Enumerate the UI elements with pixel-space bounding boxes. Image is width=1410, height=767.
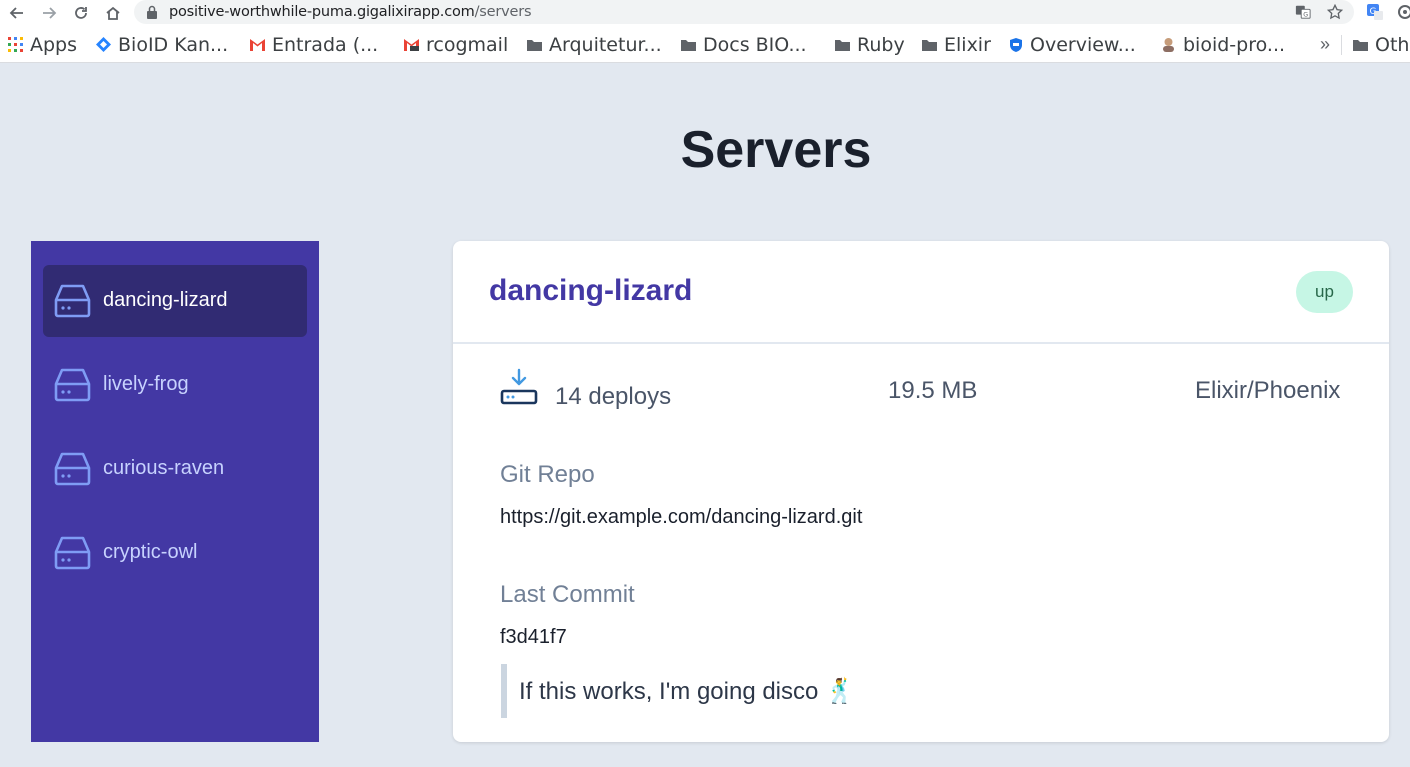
sidebar-item-curious-raven[interactable]: curious-raven bbox=[43, 433, 307, 505]
folder-icon bbox=[922, 37, 937, 52]
folder-icon bbox=[1353, 37, 1368, 52]
bookmark-arquitetura[interactable]: Arquitetur... bbox=[527, 26, 662, 63]
status-badge: up bbox=[1296, 271, 1353, 313]
home-icon bbox=[106, 6, 120, 20]
arrow-left-icon bbox=[9, 7, 23, 19]
gmail-icon bbox=[404, 37, 419, 52]
bookmark-star-icon[interactable] bbox=[1326, 3, 1344, 21]
bookmark-label: Elixir bbox=[944, 33, 991, 56]
sidebar-item-dancing-lizard[interactable]: dancing-lizard bbox=[43, 265, 307, 337]
server-detail-card: dancing-lizard up 14 deploys 19.5 MB Eli… bbox=[453, 241, 1389, 742]
browser-toolbar: positive-worthwhile-puma.gigalixirapp.co… bbox=[0, 0, 1410, 26]
forward-button[interactable] bbox=[38, 2, 60, 24]
url-host: positive-worthwhile-puma.gigalixirapp.co… bbox=[169, 4, 475, 20]
bookmark-docs-bio[interactable]: Docs BIO... bbox=[681, 26, 807, 63]
translate-extension-icon[interactable]: G bbox=[1366, 3, 1384, 21]
deploy-count: 14 deploys bbox=[555, 383, 672, 410]
bookmark-label: Arquitetur... bbox=[549, 33, 662, 56]
gmail-icon bbox=[250, 37, 265, 52]
bookmark-label: Oth bbox=[1375, 33, 1410, 56]
server-sidebar: dancing-lizard lively-frog curious-raven… bbox=[31, 241, 319, 742]
server-name: dancing-lizard bbox=[489, 274, 693, 307]
bookmark-other[interactable]: Oth bbox=[1353, 26, 1409, 63]
hard-drive-icon bbox=[54, 368, 91, 402]
sidebar-item-label: dancing-lizard bbox=[103, 289, 228, 311]
hard-drive-icon bbox=[54, 536, 91, 570]
sidebar-item-lively-frog[interactable]: lively-frog bbox=[43, 349, 307, 421]
bookmarks-divider bbox=[1341, 35, 1342, 55]
card-header: dancing-lizard up bbox=[453, 241, 1389, 344]
back-button[interactable] bbox=[6, 2, 28, 24]
bookmarks-bar: Apps BioID Kan... Entrada (... rcogmail … bbox=[0, 26, 1410, 63]
arrow-right-icon bbox=[43, 7, 57, 19]
svg-text:G: G bbox=[1303, 11, 1308, 18]
git-repo-url: https://git.example.com/dancing-lizard.g… bbox=[500, 506, 863, 528]
bookmark-overview[interactable]: Overview... bbox=[1008, 26, 1136, 63]
app-size: 19.5 MB bbox=[888, 377, 978, 404]
bookmark-ruby[interactable]: Ruby bbox=[835, 26, 905, 63]
bookmark-rcogmail[interactable]: rcogmail bbox=[404, 26, 508, 63]
home-button[interactable] bbox=[102, 2, 124, 24]
folder-icon bbox=[835, 37, 850, 52]
reload-icon bbox=[75, 7, 87, 19]
bookmark-label: Ruby bbox=[857, 33, 905, 56]
sidebar-item-label: curious-raven bbox=[103, 457, 225, 479]
apps-grid-icon bbox=[8, 37, 23, 52]
bookmark-label: rcogmail bbox=[426, 33, 509, 56]
bookmark-label: BioID Kan... bbox=[118, 33, 229, 56]
bookmark-label: Entrada (... bbox=[272, 33, 379, 56]
bookmark-label: bioid-pro... bbox=[1183, 33, 1286, 56]
shield-icon bbox=[1008, 37, 1023, 52]
hard-drive-icon bbox=[54, 452, 91, 486]
reload-button[interactable] bbox=[70, 2, 92, 24]
deploy-download-icon bbox=[500, 368, 538, 405]
address-bar[interactable]: positive-worthwhile-puma.gigalixirapp.co… bbox=[134, 0, 1354, 24]
bookmark-label: Docs BIO... bbox=[703, 33, 807, 56]
git-repo-label: Git Repo bbox=[500, 461, 595, 488]
lock-icon bbox=[147, 5, 157, 19]
folder-icon bbox=[527, 37, 542, 52]
diamond-icon bbox=[96, 37, 111, 52]
sidebar-item-label: lively-frog bbox=[103, 373, 189, 395]
sidebar-item-cryptic-owl[interactable]: cryptic-owl bbox=[43, 517, 307, 589]
sidebar-item-label: cryptic-owl bbox=[103, 541, 198, 563]
bookmarks-overflow-button[interactable]: » bbox=[1320, 34, 1330, 55]
bookmark-label: Overview... bbox=[1030, 33, 1136, 56]
bookmark-elixir[interactable]: Elixir bbox=[922, 26, 991, 63]
extension-gear-icon[interactable] bbox=[1396, 3, 1410, 21]
hard-drive-icon bbox=[54, 284, 91, 318]
bookmark-label: Apps bbox=[30, 33, 78, 56]
url-text: positive-worthwhile-puma.gigalixirapp.co… bbox=[169, 4, 532, 20]
folder-icon bbox=[681, 37, 696, 52]
bookmark-apps[interactable]: Apps bbox=[8, 26, 77, 63]
bookmark-entrada[interactable]: Entrada (... bbox=[250, 26, 378, 63]
page-title: Servers bbox=[680, 121, 872, 179]
url-path: /servers bbox=[474, 4, 532, 20]
bookmark-bioid-pro[interactable]: bioid-pro... bbox=[1161, 26, 1285, 63]
last-commit-label: Last Commit bbox=[500, 581, 635, 608]
avatar-icon bbox=[1161, 37, 1176, 52]
last-commit-hash: f3d41f7 bbox=[500, 626, 567, 648]
app-stack: Elixir/Phoenix bbox=[1195, 377, 1341, 404]
commit-message: If this works, I'm going disco 🕺 bbox=[501, 664, 921, 718]
bookmark-bioid-kanban[interactable]: BioID Kan... bbox=[96, 26, 228, 63]
translate-icon[interactable]: G bbox=[1294, 3, 1312, 21]
